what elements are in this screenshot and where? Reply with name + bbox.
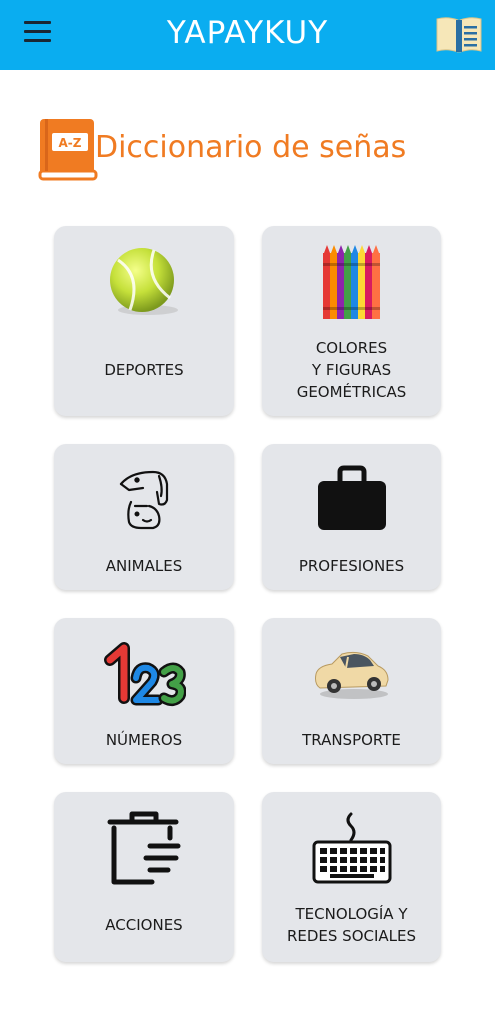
- clipboard-icon: [54, 806, 234, 888]
- category-card-colores[interactable]: COLORES Y FIGURAS GEOMÉTRICAS: [262, 226, 441, 416]
- category-card-numeros[interactable]: NÚMEROS: [54, 618, 234, 764]
- category-label: ACCIONES: [105, 916, 183, 934]
- category-label: TECNOLOGÍA Y REDES SOCIALES: [286, 905, 417, 945]
- briefcase-icon: [262, 464, 441, 532]
- category-card-acciones[interactable]: ACCIONES: [54, 792, 234, 962]
- category-label: COLORES Y FIGURAS GEOMÉTRICAS: [296, 339, 407, 401]
- dictionary-title: Diccionario de señas: [95, 130, 407, 165]
- car-icon: [262, 646, 441, 702]
- category-card-transporte[interactable]: TRANSPORTE: [262, 618, 441, 764]
- category-label: ANIMALES: [105, 557, 183, 575]
- category-card-tecnologia[interactable]: TECNOLOGÍA Y REDES SOCIALES: [262, 792, 441, 962]
- open-book-icon[interactable]: [434, 14, 484, 54]
- tennis-ball-icon: [54, 246, 234, 318]
- numbers-123-icon: [54, 640, 234, 708]
- dictionary-icon-label: A-Z: [59, 136, 82, 150]
- category-card-animales[interactable]: ANIMALES: [54, 444, 234, 590]
- app-bar: YAPAYKUY: [0, 0, 495, 70]
- category-card-deportes[interactable]: DEPORTES: [54, 226, 234, 416]
- crayons-icon: [262, 243, 441, 321]
- category-label: DEPORTES: [104, 361, 184, 379]
- category-label: PROFESIONES: [298, 557, 405, 575]
- category-label: TRANSPORTE: [302, 731, 401, 749]
- animals-icon: [54, 466, 234, 532]
- keyboard-icon: [262, 810, 441, 886]
- dictionary-header: A-Z Diccionario de señas: [38, 116, 458, 182]
- app-title: YAPAYKUY: [166, 15, 329, 51]
- category-label: NÚMEROS: [105, 731, 183, 749]
- category-card-profesiones[interactable]: PROFESIONES: [262, 444, 441, 590]
- dictionary-book-icon: A-Z: [38, 116, 98, 182]
